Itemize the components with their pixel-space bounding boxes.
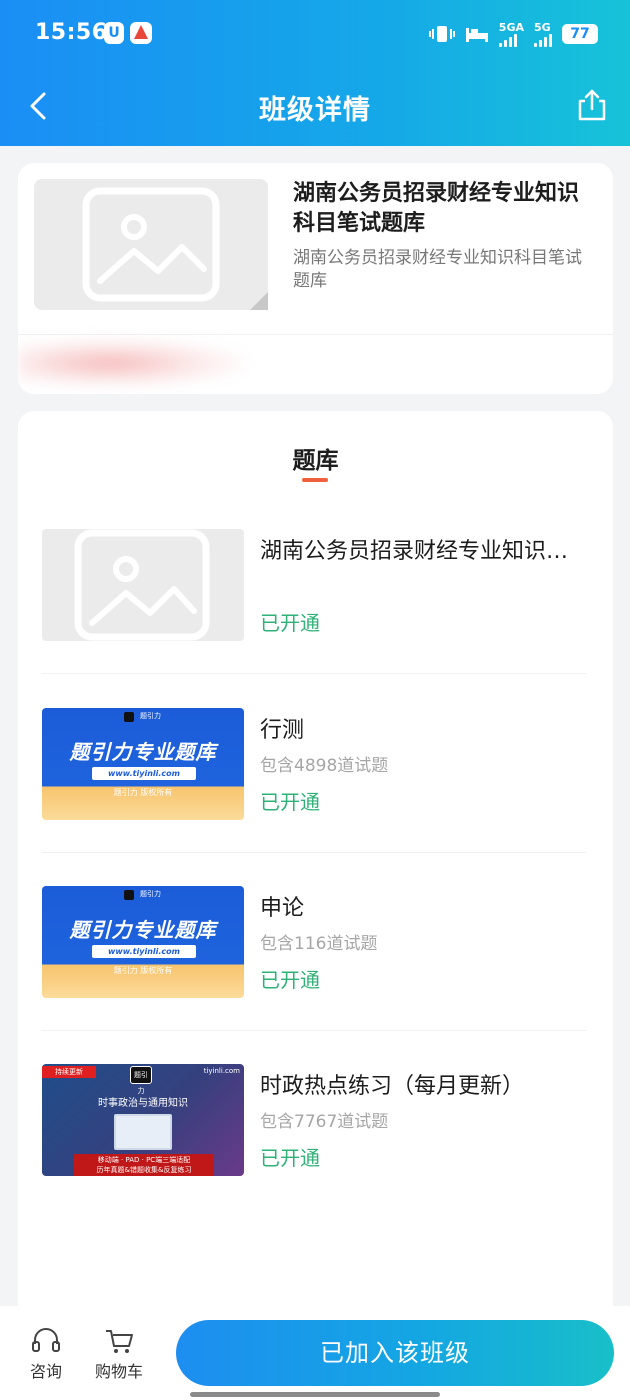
share-icon[interactable] [576, 88, 608, 122]
promo-title: 题引力专业题库 [69, 740, 217, 764]
divider [18, 334, 613, 335]
class-title: 湖南公务员招录财经专业知识科目笔试题库 [293, 181, 580, 236]
image-placeholder-icon [82, 187, 268, 310]
device-mockup-icon [114, 1114, 172, 1150]
tab-active-indicator [302, 478, 328, 482]
app-notification-icon-2 [130, 22, 152, 44]
page-title: 班级详情 [259, 95, 371, 126]
item-thumbnail [42, 529, 244, 641]
promo-brand: 题引力 [140, 712, 161, 720]
network-type-label-2: 5G [534, 20, 551, 34]
item-thumbnail: 题引力 题引力专业题库 www.tiyinli.com 题引力 版权所有 [42, 886, 244, 998]
headset-icon [32, 1328, 60, 1352]
promo-rights: 题引力 版权所有 [113, 966, 173, 975]
app-header: 15:56 U 5GA 5G 77 班级详情 [0, 0, 630, 146]
promo-title: 题引力专业题库 [69, 918, 217, 942]
question-bank-item[interactable]: 湖南公务员招录财经专业知识科目笔试题库 已开通 [42, 529, 590, 641]
divider [42, 1030, 586, 1031]
cart-button[interactable]: 购物车 [89, 1328, 149, 1382]
promo-brand: 题引力 [140, 890, 161, 898]
class-info-card: 湖南公务员招录财经专业知识科目笔试题库 湖南公务员招录财经专业知识科目笔试题库 [18, 163, 613, 394]
bottom-action-bar: 咨询 购物车 已加入该班级 [0, 1306, 630, 1400]
promo-url: www.tiyinli.com [92, 767, 196, 780]
news-title: 时事政治与通用知识 [98, 1098, 188, 1109]
home-indicator [190, 1392, 440, 1397]
item-title: 申论 [260, 896, 305, 921]
signal-bars-icon [498, 33, 517, 47]
signal-5ga: 5GA [498, 20, 524, 47]
divider [42, 852, 586, 853]
sleep-mode-icon [465, 28, 488, 42]
signal-bars-icon-2 [534, 33, 552, 47]
item-status: 已开通 [260, 968, 320, 992]
item-title: 湖南公务员招录财经专业知识科目笔试题库 [260, 539, 590, 564]
status-time: 15:56 [35, 20, 108, 45]
news-site: tiyinli.com [203, 1067, 240, 1075]
item-thumbnail: 题引力 题引力专业题库 www.tiyinli.com 题引力 版权所有 [42, 708, 244, 820]
news-feature-bar: 移动端 · PAD · PC端三端适配 历年真题&错题收集&反复练习 [74, 1154, 214, 1176]
question-bank-item[interactable]: 题引力 题引力专业题库 www.tiyinli.com 题引力 版权所有 申论 … [42, 886, 586, 998]
redacted-content [18, 338, 248, 388]
item-status: 已开通 [260, 790, 320, 814]
question-bank-item[interactable]: 持续更新 题引力 tiyinli.com 时事政治与通用知识 移动端 · PAD… [42, 1064, 586, 1176]
item-status: 已开通 [260, 611, 320, 635]
item-question-count: 包含7767道试题 [260, 1112, 389, 1132]
item-title: 行测 [260, 718, 305, 743]
question-bank-item[interactable]: 题引力 题引力专业题库 www.tiyinli.com 题引力 版权所有 行测 … [42, 708, 586, 820]
brand-logo-icon [124, 712, 134, 722]
cart-label: 购物车 [94, 1362, 143, 1381]
item-question-count: 包含4898道试题 [260, 756, 389, 776]
shopping-cart-icon [106, 1330, 133, 1353]
class-cover-image [34, 179, 268, 310]
status-bar: 15:56 U 5GA 5G 77 [0, 0, 630, 68]
item-title: 时政热点练习（每月更新） [260, 1074, 525, 1099]
app-notification-icon: U [104, 22, 124, 44]
signal-5g: 5G [534, 22, 552, 47]
joined-class-button[interactable]: 已加入该班级 [176, 1320, 614, 1386]
brand-logo-icon [124, 890, 134, 900]
item-thumbnail: 持续更新 题引力 tiyinli.com 时事政治与通用知识 移动端 · PAD… [42, 1064, 244, 1176]
class-subtitle: 湖南公务员招录财经专业知识科目笔试题库 [293, 248, 582, 291]
update-badge: 持续更新 [42, 1066, 96, 1078]
status-indicators: 5GA 5G 77 [428, 20, 598, 48]
network-type-label: 5GA [498, 20, 524, 34]
battery-icon: 77 [562, 24, 598, 44]
consult-button[interactable]: 咨询 [16, 1328, 76, 1382]
vibrate-icon [428, 26, 455, 42]
image-placeholder-icon [74, 529, 210, 641]
promo-url: www.tiyinli.com [92, 945, 196, 958]
item-question-count: 包含116道试题 [260, 934, 378, 954]
consult-label: 咨询 [29, 1362, 62, 1381]
tab-question-bank[interactable]: 题库 [18, 441, 613, 475]
news-feature-line-2: 历年真题&错题收集&反复练习 [96, 1166, 192, 1174]
news-feature-line-1: 移动端 · PAD · PC端三端适配 [97, 1156, 191, 1164]
item-status: 已开通 [260, 1146, 320, 1170]
divider [42, 673, 586, 674]
question-bank-card: 题库 湖南公务员招录财经专业知识科目笔试题库 已开通 题引力 题引力专业题库 w… [18, 411, 613, 1321]
brand-logo-icon: 题引力 [130, 1066, 152, 1095]
promo-rights: 题引力 版权所有 [113, 788, 173, 797]
